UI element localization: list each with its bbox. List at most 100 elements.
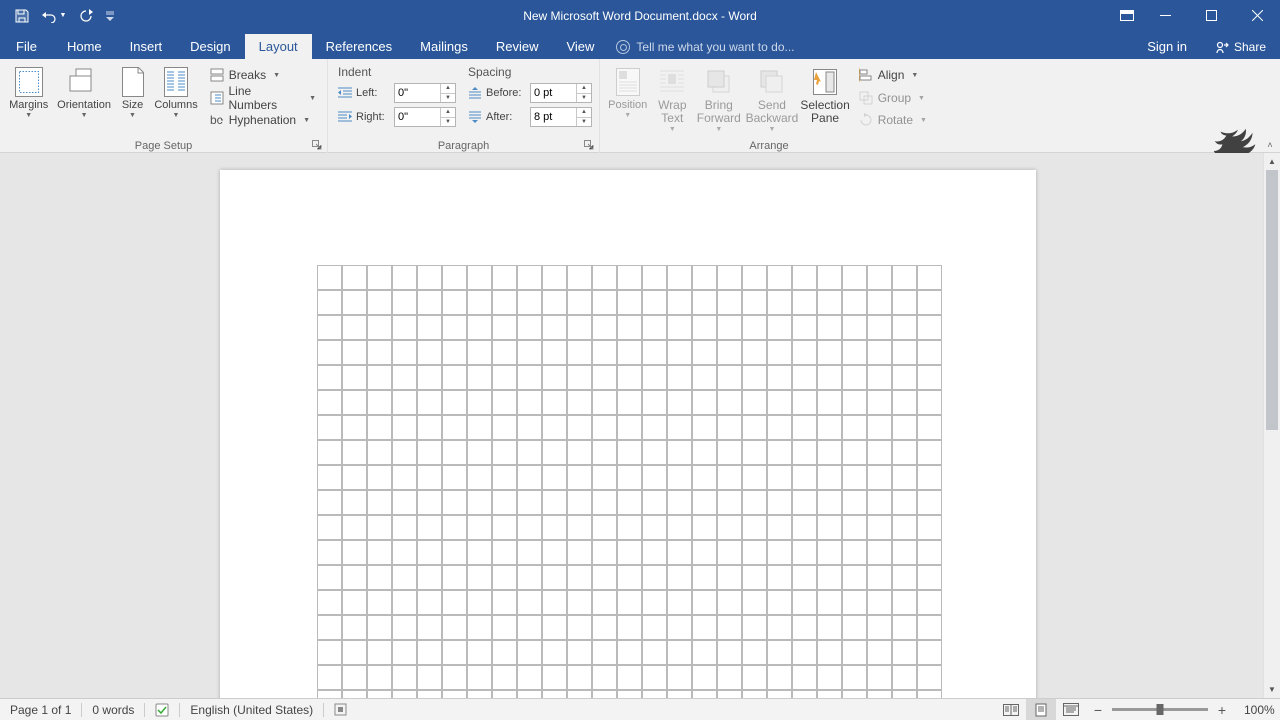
indent-right-icon <box>338 110 352 124</box>
share-label: Share <box>1234 40 1266 54</box>
save-button[interactable] <box>8 0 36 31</box>
tab-file[interactable]: File <box>0 34 53 59</box>
page-number[interactable]: Page 1 of 1 <box>0 699 81 720</box>
web-layout-button[interactable] <box>1056 699 1086 720</box>
indent-label: Indent <box>338 65 456 79</box>
size-button[interactable]: Size▼ <box>115 61 151 134</box>
print-layout-button[interactable] <box>1026 699 1056 720</box>
align-label: Align <box>878 68 905 82</box>
close-button[interactable] <box>1234 0 1280 31</box>
redo-button[interactable] <box>72 0 100 31</box>
paragraph-launcher[interactable] <box>582 138 595 151</box>
margins-icon <box>13 66 45 98</box>
breaks-button[interactable]: Breaks▼ <box>204 64 321 86</box>
selection-pane-label: SelectionPane <box>800 99 849 125</box>
table-grid[interactable] <box>317 265 942 698</box>
maximize-button[interactable] <box>1188 0 1234 31</box>
read-mode-button[interactable] <box>996 699 1026 720</box>
spin-down[interactable]: ▼ <box>441 94 455 103</box>
tab-home[interactable]: Home <box>53 34 116 59</box>
space-after-icon <box>468 110 482 124</box>
orientation-label: Orientation <box>57 99 111 111</box>
send-backward-icon <box>756 66 788 98</box>
selection-pane-icon <box>809 66 841 98</box>
spin-up[interactable]: ▲ <box>441 84 455 94</box>
space-before-spinner[interactable]: ▲▼ <box>530 83 592 103</box>
spin-up[interactable]: ▲ <box>441 108 455 118</box>
window-controls <box>1112 0 1280 31</box>
qat-customize[interactable] <box>100 0 120 31</box>
spin-up[interactable]: ▲ <box>577 84 591 94</box>
rotate-label: Rotate <box>878 113 913 127</box>
hyphenation-button[interactable]: bcHyphenation▼ <box>204 110 321 132</box>
send-backward-button: SendBackward▼ <box>744 61 799 134</box>
align-icon <box>858 67 874 83</box>
zoom-slider[interactable] <box>1112 708 1208 711</box>
space-after-input[interactable] <box>531 108 576 126</box>
line-numbers-button[interactable]: Line Numbers▼ <box>204 87 321 109</box>
orientation-button[interactable]: Orientation▼ <box>53 61 114 134</box>
columns-button[interactable]: Columns▼ <box>150 61 201 134</box>
document-area[interactable] <box>0 153 1280 698</box>
collapse-ribbon-button[interactable]: ˄ <box>1262 138 1278 152</box>
line-numbers-icon <box>209 90 225 106</box>
indent-left-input[interactable] <box>395 84 440 102</box>
vertical-scrollbar[interactable]: ▲ ▼ <box>1263 153 1280 698</box>
group-label: Group <box>878 91 911 105</box>
margins-button[interactable]: Margins▼ <box>4 61 53 134</box>
zoom-in-button[interactable]: + <box>1210 699 1234 720</box>
spin-up[interactable]: ▲ <box>577 108 591 118</box>
indent-left-spinner[interactable]: ▲▼ <box>394 83 456 103</box>
space-after-spinner[interactable]: ▲▼ <box>530 107 592 127</box>
tab-design[interactable]: Design <box>176 34 244 59</box>
group-button: Group▼ <box>853 87 932 109</box>
space-after-label: After: <box>486 111 526 123</box>
tab-insert[interactable]: Insert <box>116 34 177 59</box>
size-icon <box>117 66 149 98</box>
svg-text:bc: bc <box>210 113 223 127</box>
size-label: Size <box>122 99 143 111</box>
share-button[interactable]: Share <box>1201 34 1280 59</box>
space-before-icon <box>468 86 482 100</box>
align-button[interactable]: Align▼ <box>853 64 932 86</box>
scroll-track[interactable] <box>1264 170 1280 681</box>
page[interactable] <box>220 170 1036 698</box>
language-button[interactable]: English (United States) <box>180 699 323 720</box>
position-icon <box>612 66 644 98</box>
breaks-label: Breaks <box>229 68 266 82</box>
tell-me-search[interactable]: Tell me what you want to do... <box>608 34 794 59</box>
orientation-icon <box>68 66 100 98</box>
macro-button[interactable] <box>324 699 357 720</box>
scroll-down-button[interactable]: ▼ <box>1264 681 1280 698</box>
spell-check-button[interactable] <box>145 699 179 720</box>
tab-layout[interactable]: Layout <box>245 34 312 59</box>
indent-right-input[interactable] <box>395 108 440 126</box>
spin-down[interactable]: ▼ <box>441 118 455 127</box>
sign-in-button[interactable]: Sign in <box>1133 34 1201 59</box>
space-before-input[interactable] <box>531 84 576 102</box>
minimize-button[interactable] <box>1142 0 1188 31</box>
tab-mailings[interactable]: Mailings <box>406 34 482 59</box>
view-buttons <box>996 699 1086 720</box>
undo-button[interactable]: ▼ <box>36 0 72 31</box>
zoom-level[interactable]: 100% <box>1234 699 1280 720</box>
page-setup-launcher[interactable] <box>310 138 323 151</box>
window-title: New Microsoft Word Document.docx - Word <box>523 9 757 23</box>
selection-pane-button[interactable]: SelectionPane <box>799 61 850 134</box>
zoom-slider-thumb[interactable] <box>1157 704 1164 715</box>
hyphenation-label: Hyphenation <box>229 113 296 127</box>
tab-references[interactable]: References <box>312 34 406 59</box>
ribbon-display-options[interactable] <box>1112 0 1142 31</box>
scroll-thumb[interactable] <box>1266 170 1278 430</box>
group-icon <box>858 90 874 106</box>
margins-label: Margins <box>9 99 48 111</box>
indent-right-spinner[interactable]: ▲▼ <box>394 107 456 127</box>
tab-review[interactable]: Review <box>482 34 553 59</box>
scroll-up-button[interactable]: ▲ <box>1264 153 1280 170</box>
zoom-out-button[interactable]: − <box>1086 699 1110 720</box>
spin-down[interactable]: ▼ <box>577 94 591 103</box>
word-count[interactable]: 0 words <box>82 699 144 720</box>
spin-down[interactable]: ▼ <box>577 118 591 127</box>
tab-view[interactable]: View <box>552 34 608 59</box>
page-setup-group-label: Page Setup <box>0 140 327 152</box>
